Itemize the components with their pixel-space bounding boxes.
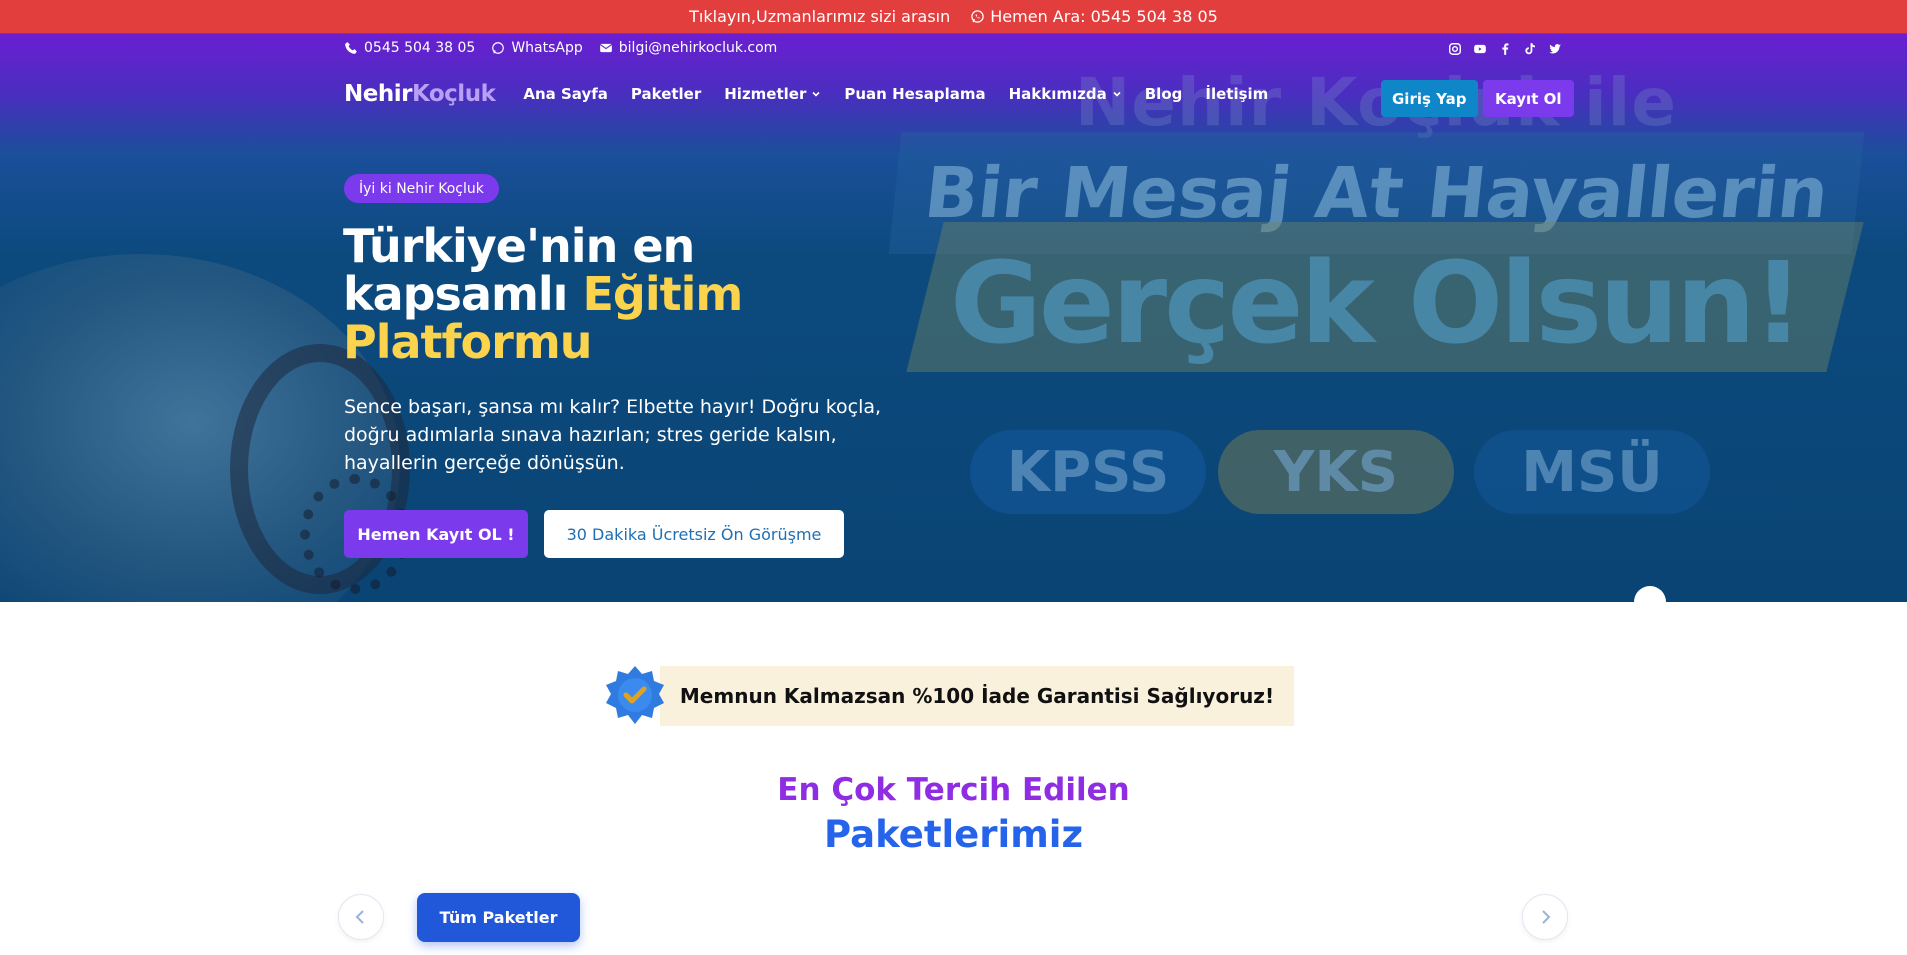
phone-link[interactable]: 0545 504 38 05: [344, 40, 475, 56]
nav-item-label: Blog: [1144, 85, 1183, 103]
nav-item-label: Paketler: [630, 85, 702, 103]
email-text: bilgi@nehirkocluk.com: [618, 40, 778, 56]
nav-item-label: Hizmetler: [724, 85, 807, 103]
chevron-down-icon: [812, 91, 820, 97]
hero-bg-pill-yks: YKS: [1218, 430, 1454, 514]
all-packages-button[interactable]: Tüm Paketler: [417, 893, 580, 942]
hero-bg-text-line3: Gerçek Olsun!: [950, 239, 1804, 369]
nav-item-contact[interactable]: İletişim: [1205, 85, 1268, 103]
call-now-text: Hemen Ara: 0545 504 38 05: [990, 7, 1218, 26]
carousel-next-button[interactable]: [1522, 894, 1568, 940]
main-nav: NehirKoçluk Ana Sayfa Paketler Hizmetler…: [344, 81, 1268, 107]
whatsapp-text: WhatsApp: [511, 40, 583, 56]
hero-bg-pill-msu: MSÜ: [1474, 430, 1710, 514]
register-button[interactable]: Kayıt Ol: [1483, 80, 1574, 117]
nav-item-score-calc[interactable]: Puan Hesaplama: [844, 85, 985, 103]
tiktok-icon[interactable]: [1522, 41, 1537, 56]
chevron-left-icon: [355, 910, 364, 924]
youtube-icon[interactable]: [1472, 41, 1487, 56]
envelope-icon: [599, 43, 612, 53]
nav-item-blog[interactable]: Blog: [1145, 85, 1183, 103]
phone-icon: [345, 42, 357, 54]
hero-headline: Türkiye'nin en kapsamlı Eğitim Platformu: [343, 222, 903, 366]
nav-item-label: İletişim: [1205, 85, 1269, 103]
announcement-bar: Tıklayın,Uzmanlarımız sizi arasın Hemen …: [0, 0, 1907, 34]
site-logo[interactable]: NehirKoçluk: [344, 81, 496, 107]
nav-item-home[interactable]: Ana Sayfa: [523, 85, 608, 103]
verified-badge-icon: [606, 666, 664, 724]
logo-part2: Koçluk: [411, 81, 496, 107]
facebook-icon[interactable]: [1497, 41, 1512, 56]
packages-title-line2: Paketlerimiz: [824, 813, 1083, 856]
packages-title-line1: En Çok Tercih Edilen: [777, 772, 1130, 808]
nav-item-label: Hakkımızda: [1008, 85, 1107, 103]
guarantee-banner: Memnun Kalmazsan %100 İade Garantisi Sağ…: [660, 666, 1294, 726]
nav-item-services[interactable]: Hizmetler: [724, 85, 821, 103]
page: Tıklayın,Uzmanlarımız sizi arasın Hemen …: [0, 0, 1907, 955]
free-consultation-button[interactable]: 30 Dakika Ücretsiz Ön Görüşme: [544, 510, 844, 558]
nav-menu: Ana Sayfa Paketler Hizmetler Puan Hesapl…: [523, 85, 1268, 103]
social-links: [1447, 41, 1562, 56]
phone-text: 0545 504 38 05: [364, 40, 476, 56]
nav-item-about[interactable]: Hakkımızda: [1009, 85, 1122, 103]
twitter-icon[interactable]: [1547, 41, 1562, 56]
nav-item-label: Puan Hesaplama: [844, 85, 986, 103]
carousel-prev-button[interactable]: [338, 894, 384, 940]
nav-item-label: Ana Sayfa: [523, 85, 608, 103]
instagram-icon[interactable]: [1447, 41, 1462, 56]
email-link[interactable]: bilgi@nehirkocluk.com: [599, 40, 778, 56]
nav-item-packages[interactable]: Paketler: [631, 85, 701, 103]
login-button[interactable]: Giriş Yap: [1381, 80, 1478, 117]
register-now-button[interactable]: Hemen Kayıt OL !: [344, 510, 528, 558]
chevron-right-icon: [1542, 910, 1551, 924]
call-now-link[interactable]: Hemen Ara: 0545 504 38 05: [970, 7, 1218, 26]
chevron-down-icon: [1113, 91, 1121, 97]
scroll-indicator: [1634, 586, 1666, 618]
hero-badge: İyi ki Nehir Koçluk: [344, 174, 499, 203]
whatsapp-icon: [971, 10, 985, 23]
logo-part1: Nehir: [344, 81, 412, 107]
whatsapp-link[interactable]: WhatsApp: [491, 40, 583, 56]
hero-bg-pill-kpss: KPSS: [970, 430, 1206, 514]
contact-bar: 0545 504 38 05 WhatsApp bilgi@nehirkoclu…: [344, 40, 777, 56]
callback-link[interactable]: Tıklayın,Uzmanlarımız sizi arasın: [689, 7, 950, 26]
hero-lead-text: Sence başarı, şansa mı kalır? Elbette ha…: [344, 396, 882, 474]
hero-section: Nehir Koçluk ile Bir Mesaj At Hayallerin…: [0, 34, 1907, 602]
whatsapp-icon: [492, 42, 505, 54]
